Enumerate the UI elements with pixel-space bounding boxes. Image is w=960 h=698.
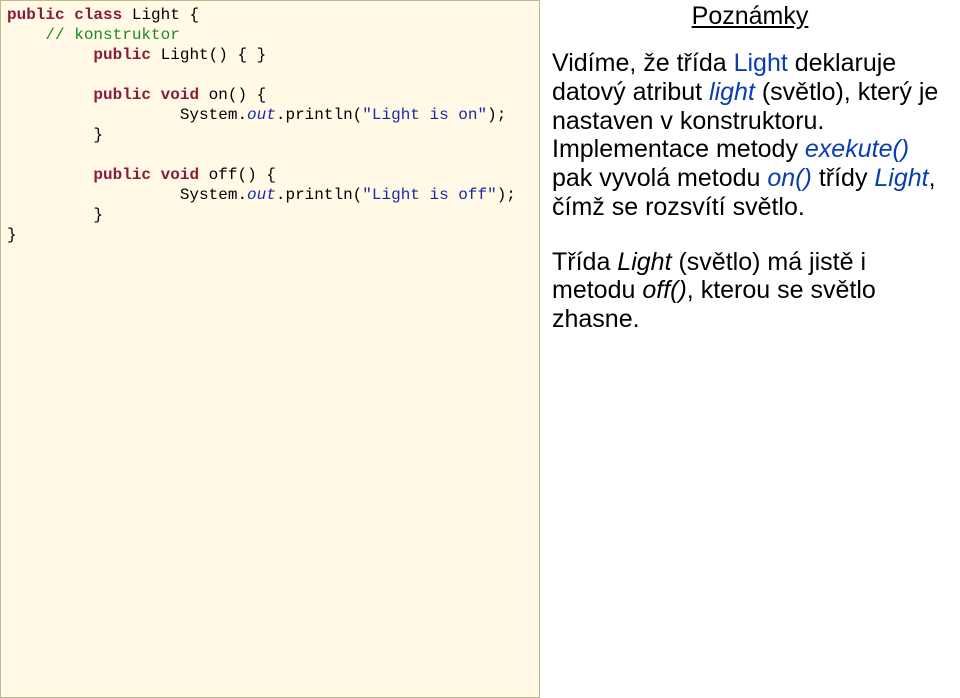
paragraph-1: Vidíme, že třída Light deklaruje datový …	[552, 49, 948, 222]
text: Vidíme, že třída	[552, 49, 734, 77]
brace: {	[257, 86, 267, 104]
space	[199, 86, 209, 104]
text: pak vyvolá metodu	[552, 164, 767, 192]
brace: {	[266, 166, 276, 184]
brace: }	[93, 206, 103, 224]
keyword-public: public	[7, 6, 65, 24]
comment: // konstruktor	[45, 26, 179, 44]
class-ref-light: Light	[734, 49, 788, 77]
ctor-name: Light()	[161, 46, 228, 64]
out-field: out	[247, 186, 276, 204]
println-call: .println(	[276, 106, 362, 124]
keyword-class: class	[74, 6, 122, 24]
attr-ref-light: light	[709, 78, 755, 106]
method-ref-on: on()	[767, 164, 811, 192]
paragraph-2: Třída Light (světlo) má jistě i metodu o…	[552, 248, 948, 334]
notes-panel: Poznámky Vidíme, že třída Light deklaruj…	[540, 0, 960, 698]
method-ref-off: off()	[642, 276, 686, 304]
string-literal: "Light is on"	[362, 106, 487, 124]
space	[122, 6, 132, 24]
ctor-body: { }	[237, 46, 266, 64]
text: Třída	[552, 248, 617, 276]
brace: }	[7, 226, 17, 244]
space	[199, 166, 209, 184]
println-end: );	[497, 186, 516, 204]
code-panel: public class Light { // konstruktor publ…	[0, 0, 540, 698]
out-field: out	[247, 106, 276, 124]
keyword-void: void	[161, 86, 199, 104]
class-ref-light: Light	[874, 164, 928, 192]
notes-title: Poznámky	[552, 2, 948, 31]
system: System.	[180, 106, 247, 124]
keyword-public: public	[93, 166, 151, 184]
brace: }	[93, 126, 103, 144]
class-ref-light: Light	[617, 248, 671, 276]
space	[247, 86, 257, 104]
space	[257, 166, 267, 184]
space	[151, 86, 161, 104]
println-call: .println(	[276, 186, 362, 204]
space	[151, 46, 161, 64]
space	[65, 6, 75, 24]
println-end: );	[487, 106, 506, 124]
class-name: Light	[132, 6, 180, 24]
keyword-public: public	[93, 86, 151, 104]
system: System.	[180, 186, 247, 204]
string-literal: "Light is off"	[362, 186, 496, 204]
keyword-public: public	[93, 46, 151, 64]
space	[151, 166, 161, 184]
text: třídy	[812, 164, 875, 192]
method-on: on()	[209, 86, 247, 104]
method-off: off()	[209, 166, 257, 184]
keyword-void: void	[161, 166, 199, 184]
method-ref-execute: exekute()	[805, 135, 909, 163]
brace: {	[189, 6, 199, 24]
